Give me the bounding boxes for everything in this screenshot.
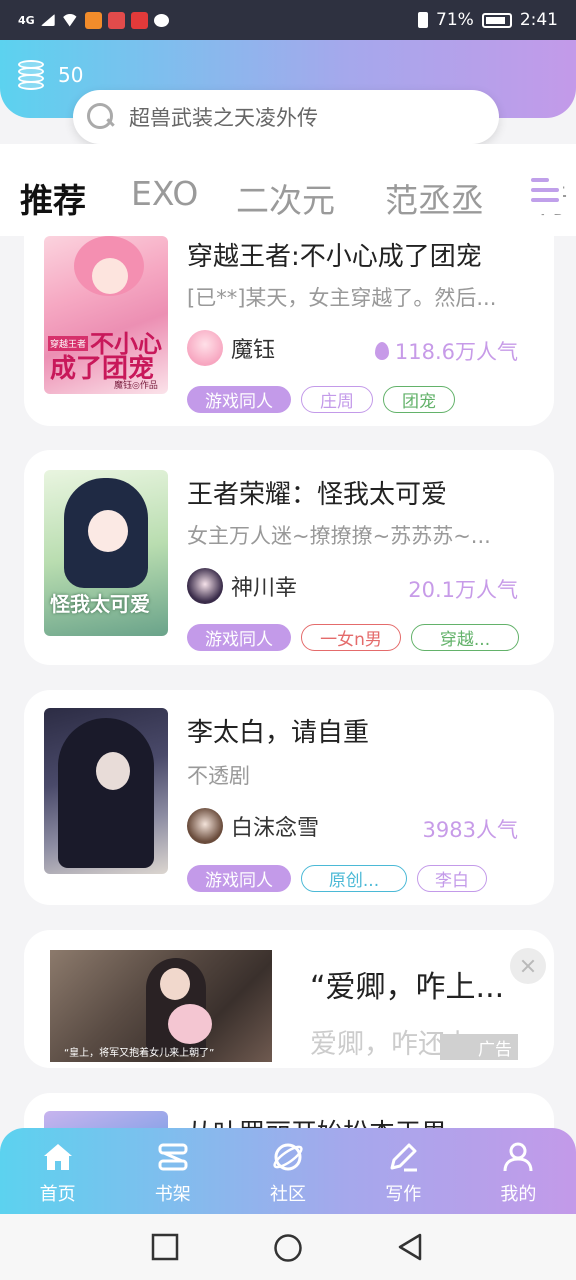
book-author[interactable]: 魔钰 bbox=[187, 330, 275, 366]
tab-recommend[interactable]: 推荐 bbox=[20, 174, 86, 222]
author-name: 魔钰 bbox=[231, 338, 276, 363]
tag-list: 游戏同人 庄周 团宠 bbox=[187, 386, 455, 413]
app-notification-icon bbox=[130, 11, 148, 29]
tag[interactable]: 游戏同人 bbox=[187, 624, 291, 651]
tag[interactable]: 团宠 bbox=[383, 386, 455, 413]
book-description: 不透剧 bbox=[187, 764, 250, 788]
popularity-count: 3983人气 bbox=[422, 818, 518, 842]
book-author[interactable]: 神川幸 bbox=[187, 568, 297, 604]
battery-icon bbox=[481, 12, 512, 28]
wifi-icon bbox=[60, 13, 79, 27]
tab-fan-chengcheng[interactable]: 范丞丞 bbox=[385, 174, 484, 222]
vibrate-icon bbox=[418, 12, 429, 28]
nav-profile[interactable]: 我的 bbox=[461, 1128, 576, 1214]
book-title[interactable]: 李太白，请自重 bbox=[187, 712, 537, 749]
bookshelf-icon bbox=[158, 1143, 188, 1171]
nav-community[interactable]: 社区 bbox=[230, 1128, 345, 1214]
flame-icon bbox=[374, 342, 389, 360]
book-cover bbox=[44, 708, 168, 874]
tag-list: 游戏同人 原创... 李白 bbox=[187, 865, 487, 892]
nav-write[interactable]: 写作 bbox=[346, 1128, 461, 1214]
author-name: 白沫念雪 bbox=[231, 816, 320, 841]
nav-label: 写作 bbox=[385, 1184, 422, 1205]
cover-hair-art bbox=[58, 718, 154, 868]
nav-label: 我的 bbox=[500, 1184, 537, 1205]
cover-face-art bbox=[92, 258, 128, 294]
signal-icon bbox=[40, 14, 55, 26]
search-text: 超兽武装之天凌外传 bbox=[129, 106, 318, 130]
author-name: 神川幸 bbox=[231, 576, 298, 601]
tag[interactable]: 庄周 bbox=[301, 386, 373, 413]
signal-label: 4G bbox=[18, 13, 35, 27]
tag[interactable]: 穿越... bbox=[411, 624, 519, 651]
cover-author: 魔钰◎作品 bbox=[114, 381, 158, 391]
tab-anime[interactable]: 二次元 bbox=[236, 174, 335, 222]
book-card[interactable]: 怪我太可爱 王者荣耀：怪我太可爱 女主万人迷~撩撩撩~苏苏苏~... 神川幸 2… bbox=[24, 450, 554, 665]
bottom-navigation: 首页 书架 社区 写作 我的 bbox=[0, 1128, 576, 1214]
book-author[interactable]: 白沫念雪 bbox=[187, 808, 319, 844]
battery-percent: 71% bbox=[436, 10, 474, 30]
tag[interactable]: 一女n男 bbox=[301, 624, 401, 651]
pen-icon bbox=[390, 1143, 418, 1172]
clock: 2:41 bbox=[519, 10, 558, 30]
coin-balance[interactable]: 50 bbox=[18, 60, 83, 90]
ad-title[interactable]: “爱卿，咋上... bbox=[310, 962, 504, 1006]
ad-face-art bbox=[160, 968, 190, 1000]
book-card[interactable]: 穿越王者 不小心 成了团宠 魔钰◎作品 穿越王者:不小心成了团宠 [已**]某天… bbox=[24, 236, 554, 426]
cover-face-art bbox=[88, 510, 128, 552]
ad-image: “皇上，将军又抱着女儿来上朝了” bbox=[50, 950, 272, 1062]
search-input[interactable]: 超兽武装之天凌外传 bbox=[73, 90, 499, 144]
home-button-icon[interactable] bbox=[273, 1233, 303, 1263]
tab-exo[interactable]: EXO bbox=[131, 174, 198, 213]
popularity: 20.1万人气 bbox=[408, 574, 518, 604]
home-icon bbox=[43, 1144, 72, 1170]
book-description: [已**]某天，女主穿越了。然后... bbox=[187, 286, 497, 310]
ad-baby-art bbox=[168, 1004, 212, 1044]
close-icon[interactable] bbox=[510, 948, 546, 984]
tag[interactable]: 原创... bbox=[301, 865, 407, 892]
category-tabs: 推荐 EXO 二次元 范丞丞 青 bbox=[0, 144, 576, 236]
nav-bookshelf[interactable]: 书架 bbox=[115, 1128, 230, 1214]
nav-label: 社区 bbox=[270, 1184, 306, 1205]
category-menu-icon[interactable] bbox=[531, 174, 563, 214]
avatar bbox=[187, 808, 223, 844]
book-cover: 怪我太可爱 bbox=[44, 470, 168, 636]
popularity-count: 20.1万人气 bbox=[408, 578, 518, 602]
popularity: 3983人气 bbox=[423, 814, 518, 844]
nav-label: 书架 bbox=[154, 1184, 191, 1205]
cover-title: 怪我太可爱 bbox=[50, 592, 150, 616]
book-description: 女主万人迷~撩撩撩~苏苏苏~... bbox=[187, 524, 491, 548]
avatar bbox=[187, 330, 223, 366]
search-icon bbox=[87, 103, 115, 131]
coins-icon bbox=[18, 60, 50, 90]
tag[interactable]: 李白 bbox=[417, 865, 487, 892]
planet-icon bbox=[273, 1143, 303, 1171]
book-title[interactable]: 王者荣耀：怪我太可爱 bbox=[187, 474, 537, 511]
cover-face-art bbox=[96, 752, 130, 790]
status-bar: 4G 71% 2:41 bbox=[0, 0, 576, 40]
tag[interactable]: 游戏同人 bbox=[187, 386, 291, 413]
avatar bbox=[187, 568, 223, 604]
book-title[interactable]: 穿越王者:不小心成了团宠 bbox=[187, 236, 537, 273]
tag-list: 游戏同人 一女n男 穿越... bbox=[187, 624, 519, 651]
nav-label: 首页 bbox=[39, 1184, 76, 1205]
app-notification-icon bbox=[84, 11, 102, 29]
app-notification-icon bbox=[107, 11, 125, 29]
popularity-count: 118.6万人气 bbox=[394, 340, 518, 364]
popularity: 118.6万人气 bbox=[374, 336, 518, 366]
ad-card[interactable]: “皇上，将军又抱着女儿来上朝了” “爱卿，咋上... 爱卿，咋还上 广告 bbox=[24, 930, 554, 1068]
tag[interactable]: 游戏同人 bbox=[187, 865, 291, 892]
system-navigation-bar bbox=[0, 1214, 576, 1280]
recent-apps-icon[interactable] bbox=[151, 1233, 179, 1261]
message-icon bbox=[153, 13, 169, 27]
ad-image-caption: “皇上，将军又抱着女儿来上朝了” bbox=[64, 1048, 215, 1059]
user-icon bbox=[503, 1142, 533, 1172]
ad-badge: 广告 bbox=[440, 1034, 518, 1060]
book-card[interactable]: 李太白，请自重 不透剧 白沫念雪 3983人气 游戏同人 原创... 李白 bbox=[24, 690, 554, 905]
nav-home[interactable]: 首页 bbox=[0, 1128, 115, 1214]
back-icon[interactable] bbox=[396, 1233, 424, 1261]
coin-count: 50 bbox=[58, 63, 84, 87]
book-cover: 穿越王者 不小心 成了团宠 魔钰◎作品 bbox=[44, 236, 168, 394]
